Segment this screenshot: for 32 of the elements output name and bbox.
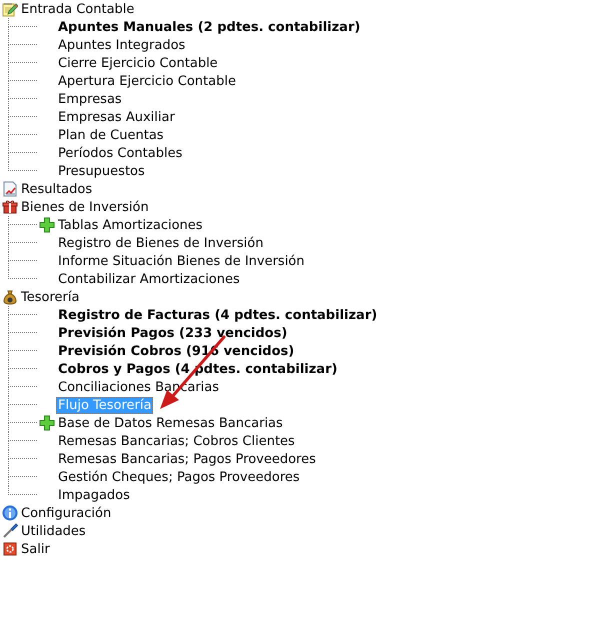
tree-item[interactable]: Períodos Contables: [56, 144, 184, 162]
tree-item[interactable]: Bienes de Inversión: [19, 198, 151, 216]
screwdriver-icon: [2, 523, 18, 539]
tree-item[interactable]: Gestión Cheques; Pagos Proveedores: [56, 468, 302, 486]
tree-item[interactable]: Configuración: [19, 504, 114, 522]
gift-box-icon: [2, 199, 18, 215]
tree-item[interactable]: Cierre Ejercicio Contable: [56, 54, 220, 72]
tree-item[interactable]: Salir: [19, 540, 52, 558]
money-bag-icon: [2, 289, 18, 305]
tree-item[interactable]: Remesas Bancarias; Pagos Proveedores: [56, 450, 318, 468]
plus-icon[interactable]: [39, 415, 55, 431]
tree-item[interactable]: Base de Datos Remesas Bancarias: [56, 414, 285, 432]
tree-item[interactable]: Contabilizar Amortizaciones: [56, 270, 242, 288]
tree-item[interactable]: Entrada Contable: [19, 0, 136, 18]
tree-item[interactable]: Tesorería: [19, 288, 82, 306]
tree-item[interactable]: Empresas Auxiliar: [56, 108, 177, 126]
plus-icon[interactable]: [39, 217, 55, 233]
tree-item[interactable]: Apuntes Integrados: [56, 36, 188, 54]
tree-item[interactable]: Utilidades: [19, 522, 88, 540]
tree-item[interactable]: Registro de Bienes de Inversión: [56, 234, 266, 252]
tree-item[interactable]: Tablas Amortizaciones: [56, 216, 205, 234]
tree-item[interactable]: Remesas Bancarias; Cobros Clientes: [56, 432, 297, 450]
tree-item[interactable]: Empresas: [56, 90, 124, 108]
tree-item[interactable]: Presupuestos: [56, 162, 147, 180]
tree-item[interactable]: Plan de Cuentas: [56, 126, 166, 144]
tree-item[interactable]: Impagados: [56, 486, 132, 504]
tree-item[interactable]: Informe Situación Bienes de Inversión: [56, 252, 307, 270]
tree-item[interactable]: Registro de Facturas (4 pdtes. contabilizar): [56, 306, 380, 324]
tree-item[interactable]: Apuntes Manuales (2 pdtes. contabilizar): [56, 18, 362, 36]
tree-item[interactable]: Previsión Pagos (233 vencidos): [56, 324, 290, 342]
tree-item[interactable]: Resultados: [19, 180, 94, 198]
tree-item[interactable]: Apertura Ejercicio Contable: [56, 72, 238, 90]
